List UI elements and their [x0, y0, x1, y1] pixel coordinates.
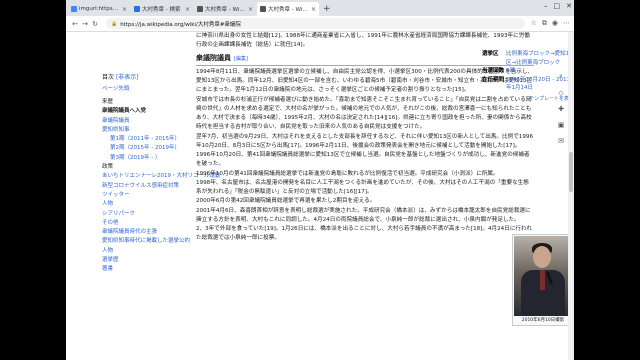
toc-item[interactable]: 第1期（2011年 - 2015年）: [102, 135, 180, 144]
intro-paragraph: に神奈川県出身の女性と結婚[12]。1988年に通商産業省に入省し、1991年に…: [196, 33, 530, 49]
photo-caption: 2010年6月10日撮影: [521, 318, 565, 323]
scrollbar-thumb[interactable]: [569, 152, 573, 192]
infobox-key: 在任期間: [482, 76, 505, 83]
toc-item[interactable]: あいちトリエンナーレ2019・大村リコール運動: [102, 172, 221, 181]
article-paragraph: 2000年6月の第42回衆議院議員総選挙で再選を果たし2期目を迎える。: [196, 198, 376, 205]
back-icon[interactable]: ←: [70, 20, 80, 28]
minimize-icon[interactable]: –: [544, 2, 548, 10]
close-icon[interactable]: ×: [185, 6, 190, 13]
close-icon[interactable]: ×: [248, 6, 253, 13]
toc-item[interactable]: 第2期（2015年 - 2019年）: [102, 144, 180, 153]
toc-title: 目次: [102, 74, 115, 81]
profile-icon[interactable]: ◉: [552, 19, 558, 28]
address-url: https://ja.wikipedia.org/wiki/大村秀章#衆議院: [120, 21, 241, 28]
collections-icon[interactable]: ⧉: [542, 19, 547, 28]
tab-0[interactable]: imgurl:https://th.bing.com/th/id/OIP×: [68, 2, 130, 16]
tab-2[interactable]: 大村秀章 - Wikipedia×: [194, 2, 256, 16]
toc-toggle[interactable]: [非表示]: [116, 74, 139, 81]
toc-item[interactable]: 衆議院議員へ入党: [102, 107, 170, 116]
tab-1[interactable]: 大村秀章 - 検索 ×: [131, 2, 193, 16]
toc-item[interactable]: ツイッター: [102, 191, 170, 200]
toc-item[interactable]: 衆議院議員時代の主張: [102, 228, 170, 237]
toc-item[interactable]: 選挙歴: [102, 256, 170, 265]
toc-item[interactable]: 政策: [102, 163, 170, 172]
tab-strip: imgurl:https://th.bing.com/th/id/OIP× 大村…: [66, 0, 574, 16]
toc-top-link[interactable]: ページ先頭: [102, 84, 170, 92]
article-paragraph: 1996年10月の第41回衆議院議員総選挙では新進党の島聡に敗れるが比例復活で初…: [196, 170, 499, 177]
browser-window: imgurl:https://th.bing.com/th/id/OIP× 大村…: [66, 0, 574, 360]
page-content: 目次 [非表示] ページ先頭 来歴 衆議院議員へ入党 衆議院議員 愛知県知事 第1期（2…: [66, 32, 574, 360]
infobox-row: 選挙区 比例東海ブロック→愛知13区→比例東海ブロック: [482, 50, 574, 67]
toc-item[interactable]: シアリパーク: [102, 210, 170, 219]
table-of-contents: 目次 [非表示] ページ先頭 来歴 衆議院議員へ入党 衆議院議員 愛知県知事 第1期（2…: [66, 32, 221, 360]
article-paragraph: 1998年、名古屋市は、名古屋港の開発を名目に人工干潟をつくる計画を進めていたが…: [196, 179, 529, 195]
tab-label: imgurl:https://th.bing.com/th/id/OIP: [79, 6, 120, 12]
tab-label: 大村秀章 - 検索: [142, 7, 181, 13]
favicon: [197, 6, 203, 12]
edit-link[interactable]: [編集]: [234, 56, 248, 62]
lock-icon[interactable]: 🔒: [111, 21, 117, 27]
tab-3[interactable]: 大村秀章 - Wikipedia×: [257, 2, 319, 16]
toc-item[interactable]: 人物: [102, 200, 170, 209]
menu-icon[interactable]: ⋯: [563, 19, 570, 28]
infobox-value[interactable]: 比例東海ブロック→愛知13区→比例東海ブロック: [506, 50, 574, 67]
close-icon[interactable]: ×: [122, 6, 127, 13]
scrollbar[interactable]: [568, 32, 574, 360]
toc-item[interactable]: その他: [102, 219, 170, 228]
article-paragraph: 2001年4月6日、森喜朗首相が辞意を表明し総裁選が実施された。平成研究会（橋本…: [196, 207, 531, 223]
window-controls: – □ ✕: [544, 2, 572, 10]
section-title: 衆議院議員: [196, 53, 231, 62]
forward-icon[interactable]: →: [80, 20, 90, 28]
address-bar[interactable]: 🔒 https://ja.wikipedia.org/wiki/大村秀章#衆議院: [106, 18, 525, 29]
toc-item[interactable]: 愛知県知事: [102, 126, 170, 135]
maximize-icon[interactable]: □: [554, 2, 561, 10]
article-paragraph: 2、3年で外部を食っていた[19]。1月26日には、橋本派を出ることに対し、大村…: [196, 226, 532, 242]
favorites-icon[interactable]: ☆: [531, 19, 537, 28]
infobox-key: 当選回数: [482, 68, 505, 74]
favicon: [71, 6, 77, 12]
office-icon[interactable]: ▣: [558, 121, 565, 129]
tools-icon[interactable]: ✚: [558, 105, 564, 113]
toc-item[interactable]: 愛知県知事時代に掲載した選挙公約: [102, 237, 190, 246]
outlook-icon[interactable]: ✉: [558, 137, 564, 145]
toc-list: 来歴 衆議院議員へ入党 衆議院議員 愛知県知事 第1期（2011年 - 2015年） 第2…: [102, 98, 221, 275]
close-window-icon[interactable]: ✕: [566, 2, 572, 10]
toc-item[interactable]: 衆議院議員: [102, 117, 170, 126]
toc-item[interactable]: 著書: [102, 265, 170, 274]
portrait-image[interactable]: [514, 236, 572, 316]
reload-icon[interactable]: ↻: [90, 20, 100, 28]
new-tab-icon[interactable]: +: [323, 4, 331, 14]
toc-header: 目次 [非表示]: [102, 72, 170, 81]
toc-item[interactable]: 人物: [102, 247, 170, 256]
close-icon[interactable]: ×: [311, 6, 316, 13]
search-icon[interactable]: ⌕: [559, 72, 563, 81]
favicon: [134, 6, 140, 12]
infobox-key: 選挙区: [482, 51, 499, 57]
toolbar-icons: ☆ ⧉ ◉ ⋯: [531, 19, 570, 28]
portrait-figure: 2010年6月10日撮影: [512, 234, 574, 326]
toc-item[interactable]: 新型コロナウイルス感染症対策: [102, 182, 179, 191]
tab-label: 大村秀章 - Wikipedia: [205, 7, 246, 13]
toc-item[interactable]: 来歴: [102, 98, 170, 107]
edge-sidebar: ⌕ ◇ ✚ ▣ ✉: [556, 72, 566, 145]
article-paragraph: 翌年7月、初当選の9月29日、大村はそれを支えるとした支部長を辞任するなど、それ…: [196, 133, 534, 168]
tab-label: 大村秀章 - Wikipedia: [268, 7, 309, 13]
shopping-icon[interactable]: ◇: [558, 89, 563, 97]
toolbar: ← → ↻ 🔒 https://ja.wikipedia.org/wiki/大村…: [66, 16, 574, 32]
toc-item[interactable]: 第3期（2019年 - ）: [102, 154, 170, 163]
favicon: [260, 6, 266, 12]
